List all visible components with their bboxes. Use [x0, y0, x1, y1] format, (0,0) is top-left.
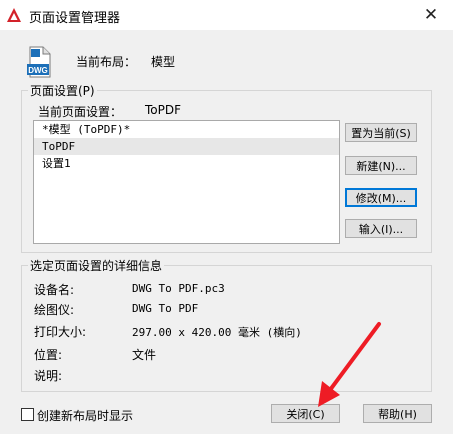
autocad-logo-icon: [7, 8, 21, 22]
window-title: 页面设置管理器: [29, 11, 121, 26]
close-button[interactable]: 关闭(C): [271, 404, 340, 423]
description-label: 说明:: [34, 369, 63, 383]
current-layout-label: 当前布局：: [76, 55, 137, 69]
plotter-label: 绘图仪:: [34, 303, 75, 317]
svg-text:DWG: DWG: [28, 66, 48, 75]
device-name-label: 设备名:: [34, 283, 75, 297]
location-label: 位置:: [34, 348, 63, 362]
current-page-setup-label: 当前页面设置：: [38, 105, 123, 119]
details-legend: 选定页面设置的详细信息: [30, 259, 163, 273]
page-setup-list[interactable]: *模型 (ToPDF)* ToPDF 设置1: [33, 120, 340, 244]
plot-size-value: 297.00 x 420.00 毫米 (横向): [132, 326, 302, 339]
plotter-value: DWG To PDF: [132, 302, 199, 315]
checkbox-box[interactable]: [21, 408, 34, 421]
list-item[interactable]: *模型 (ToPDF)*: [34, 121, 339, 138]
new-button[interactable]: 新建(N)...: [345, 156, 417, 175]
page-setups-legend: 页面设置(P): [30, 84, 95, 98]
current-layout-value: 模型: [151, 55, 176, 69]
import-button[interactable]: 输入(I)...: [345, 219, 417, 238]
modify-button[interactable]: 修改(M)...: [345, 188, 417, 207]
set-current-button[interactable]: 置为当前(S): [345, 123, 417, 142]
list-item[interactable]: ToPDF: [34, 138, 339, 155]
list-item[interactable]: 设置1: [34, 155, 339, 172]
plot-size-label: 打印大小:: [34, 325, 87, 339]
help-button[interactable]: 帮助(H): [363, 404, 432, 423]
current-page-setup-value: ToPDF: [145, 103, 182, 117]
dwg-file-icon: DWG: [27, 46, 51, 78]
title-bar: 页面设置管理器 ✕: [0, 0, 453, 30]
checkbox-label[interactable]: 创建新布局时显示: [37, 407, 133, 424]
device-name-value: DWG To PDF.pc3: [132, 282, 225, 295]
location-value: 文件: [132, 348, 157, 362]
close-icon[interactable]: ✕: [419, 3, 443, 27]
